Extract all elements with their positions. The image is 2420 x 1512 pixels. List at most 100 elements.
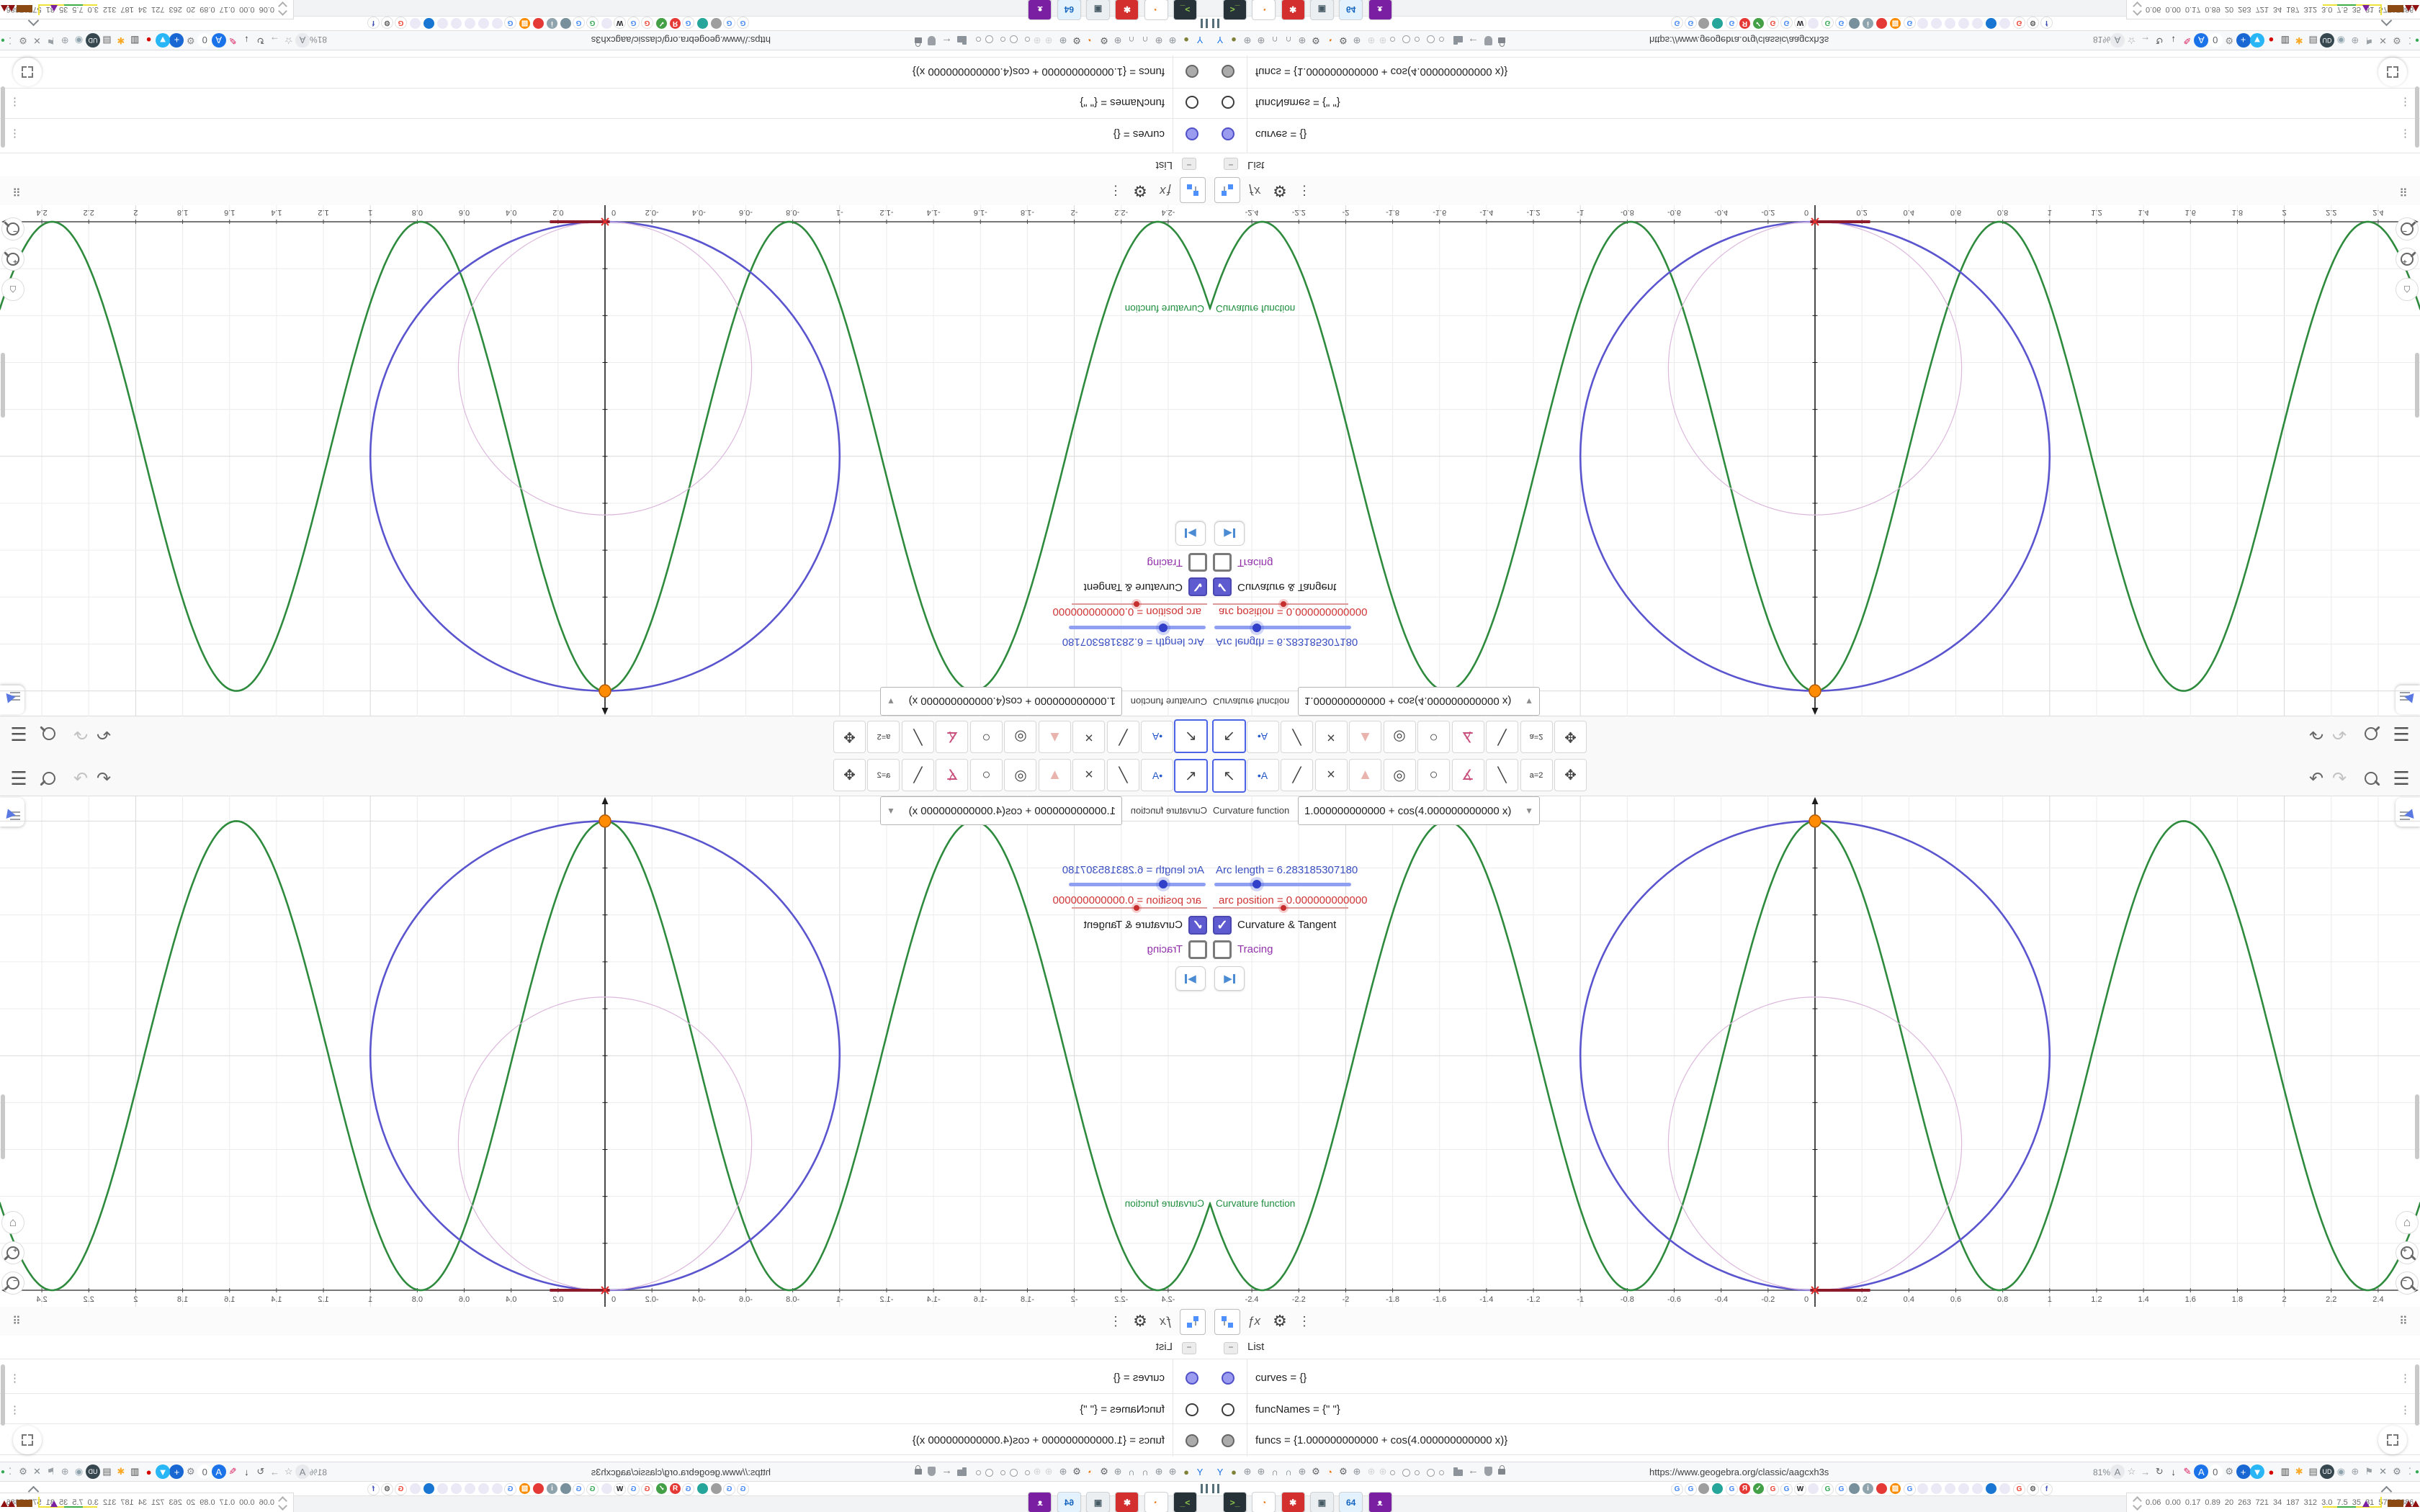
row-menu-kebab-icon[interactable]: ⋮ xyxy=(9,96,20,109)
visibility-toggle-dot[interactable] xyxy=(1222,96,1234,109)
pinned-tab-favicon[interactable] xyxy=(711,1483,722,1494)
extension-icon[interactable]: ⚙ xyxy=(16,1464,30,1479)
pinned-tab-favicon[interactable] xyxy=(697,18,708,29)
visibility-toggle-dot[interactable] xyxy=(1186,127,1198,140)
toolbar-dot-icon[interactable] xyxy=(1390,1470,1395,1475)
extension-icon[interactable]: ⊕ xyxy=(1056,1464,1070,1479)
pinned-tab-favicon[interactable]: G xyxy=(1767,17,1779,29)
tool-slider[interactable]: a=2 xyxy=(867,721,900,753)
visibility-toggle-dot[interactable] xyxy=(1186,1434,1198,1447)
extension-icon[interactable]: A xyxy=(2110,1464,2125,1479)
pinned-tab-favicon[interactable] xyxy=(1958,18,1969,29)
pinned-tab-favicon[interactable] xyxy=(1849,1483,1860,1494)
tool-slider[interactable]: a=2 xyxy=(867,759,900,791)
extension-icon[interactable]: Y xyxy=(1213,1464,1227,1479)
extension-icon[interactable]: + xyxy=(2236,1464,2251,1479)
extension-icon[interactable]: ▼ xyxy=(2250,1464,2264,1479)
extension-icon[interactable]: ✎ xyxy=(225,1464,240,1479)
style-bar-more-button[interactable]: ⋮ xyxy=(1292,1309,1317,1333)
pinned-tab-favicon[interactable]: G xyxy=(627,17,640,29)
tool-perpendicular-line[interactable]: × xyxy=(1314,759,1348,791)
extension-icon[interactable]: ⚑ xyxy=(2362,1464,2376,1479)
url-bar[interactable]: https://www.geogebra.org/classic/aagcxh3… xyxy=(591,1467,771,1477)
pinned-tab-favicon[interactable]: G xyxy=(395,17,407,29)
pinned-tab-favicon[interactable]: G xyxy=(627,1483,640,1495)
extension-icon[interactable]: ⚙ xyxy=(1097,1464,1111,1479)
extension-icon[interactable]: A xyxy=(295,33,310,48)
pinned-tab-favicon[interactable] xyxy=(697,1483,708,1494)
tool-move-view[interactable]: ✥ xyxy=(833,759,866,791)
ghost-extension-icon[interactable]: ⊕ xyxy=(1030,33,1044,48)
extension-icon[interactable]: UD xyxy=(86,1464,100,1479)
toolbar-dot-icon[interactable] xyxy=(1427,35,1435,43)
extension-icon[interactable]: ∩ xyxy=(1268,33,1282,48)
extension-icon[interactable]: ⊕ xyxy=(2348,33,2362,48)
function-input-box[interactable]: 1.000000000000 + cos(4.000000000000 x) ▼ xyxy=(880,687,1122,716)
tool-move[interactable]: ↖ xyxy=(1212,759,1246,793)
extension-icon[interactable]: ⚙ xyxy=(1336,33,1350,48)
extension-icon[interactable]: ↓ xyxy=(239,1464,254,1479)
zoom-out-button[interactable]: − xyxy=(2396,1272,2419,1295)
algebra-row[interactable]: funcs = {1.000000000000 + cos(4.00000000… xyxy=(1210,56,2420,87)
extension-icon[interactable]: ⚙ xyxy=(1070,33,1084,48)
tool-ellipse[interactable]: ○ xyxy=(970,721,1003,753)
curve-point[interactable] xyxy=(599,684,611,698)
extension-icon[interactable]: ◉ xyxy=(2334,1464,2348,1479)
extension-icon[interactable]: ∩ xyxy=(1138,1464,1152,1479)
redo-button[interactable]: ↷ xyxy=(70,723,91,744)
arc-length-slider-knob[interactable] xyxy=(1156,621,1171,635)
pinned-tab-favicon[interactable]: ✓ xyxy=(1753,18,1764,29)
page-zoom-badge[interactable]: 81% xyxy=(310,1467,327,1477)
pinned-tab-favicon[interactable] xyxy=(478,18,489,29)
extension-icon[interactable]: UD xyxy=(2320,33,2334,48)
row-menu-kebab-icon[interactable]: ⋮ xyxy=(9,1403,20,1416)
pinned-tab-favicon[interactable]: G xyxy=(1726,17,1738,29)
extension-icon[interactable]: ∩ xyxy=(1124,1464,1139,1479)
shield-icon[interactable] xyxy=(928,36,936,45)
pinned-tab-favicon[interactable]: G xyxy=(641,1483,653,1495)
home-button[interactable]: ⌂ xyxy=(1,1211,24,1234)
settings-gear-button[interactable]: ⚙ xyxy=(1268,179,1292,203)
tool-polygon[interactable]: ▲ xyxy=(1349,721,1381,753)
row-menu-kebab-icon[interactable]: ⋮ xyxy=(2400,96,2411,109)
page-zoom-badge[interactable]: 81% xyxy=(2093,1467,2110,1477)
extension-icon[interactable]: ⚙ xyxy=(1309,33,1323,48)
extension-icon[interactable]: ✱ xyxy=(114,33,128,48)
style-bar-more-button[interactable]: ⋮ xyxy=(1292,179,1317,203)
tool-circle[interactable]: ◎ xyxy=(1004,721,1037,753)
arc-length-slider-knob[interactable] xyxy=(1249,877,1264,891)
visibility-toggle-dot[interactable] xyxy=(1222,127,1234,140)
extension-icon[interactable]: A xyxy=(2110,33,2125,48)
taskbar-app-system-settings[interactable]: ✱ xyxy=(1115,1492,1139,1512)
pinned-tab-favicon[interactable]: G xyxy=(586,17,599,29)
taskbar-app-display-settings[interactable]: ▣ xyxy=(1309,0,1334,20)
extension-icon[interactable]: ⚙ xyxy=(1336,1464,1350,1479)
extension-icon[interactable]: ⊕ xyxy=(1165,1464,1180,1479)
arc-length-slider-knob[interactable] xyxy=(1249,621,1264,635)
extension-icon[interactable]: ▥ xyxy=(127,33,142,48)
pinned-tab-favicon[interactable]: G xyxy=(1780,1483,1793,1495)
pinned-tab-favicon[interactable] xyxy=(1698,18,1709,29)
ghost-extension-icon[interactable]: ⊕ xyxy=(1376,33,1390,48)
taskbar-app-system-settings[interactable]: ✱ xyxy=(1115,0,1139,20)
taskbar-app-terminal[interactable]: >_ xyxy=(1173,0,1197,20)
folder-icon[interactable] xyxy=(1453,1467,1463,1476)
toolbar-dot-icon[interactable] xyxy=(1010,1469,1018,1477)
pinned-tab-favicon[interactable]: G xyxy=(682,1483,694,1495)
pinned-tab-favicon[interactable] xyxy=(560,1483,571,1494)
function-input-box[interactable]: 1.000000000000 + cos(4.000000000000 x) ▼ xyxy=(1298,796,1540,825)
tool-move[interactable]: ↖ xyxy=(1212,719,1246,753)
algebra-row[interactable]: funcNames = {" "} ⋮ xyxy=(1210,1395,2420,1425)
pinned-tab-favicon[interactable] xyxy=(410,1483,421,1494)
tool-perpendicular-line[interactable]: × xyxy=(1072,759,1106,791)
pinned-tab-favicon[interactable]: ⚙ xyxy=(2027,1483,2039,1495)
pinned-tab-favicon[interactable] xyxy=(1999,18,2010,29)
play-pause-button[interactable]: ▶ xyxy=(1214,966,1245,991)
pinned-tab-favicon[interactable]: i xyxy=(1863,18,1873,29)
tree-view-button[interactable] xyxy=(1180,177,1206,203)
visibility-toggle-dot[interactable] xyxy=(1186,96,1198,109)
toolbar-dot-icon[interactable] xyxy=(976,1470,981,1475)
extension-icon[interactable]: 0 xyxy=(197,33,212,48)
back-arrow-icon[interactable]: ← xyxy=(941,1464,952,1477)
extension-icon[interactable]: ● xyxy=(2264,1464,2278,1479)
